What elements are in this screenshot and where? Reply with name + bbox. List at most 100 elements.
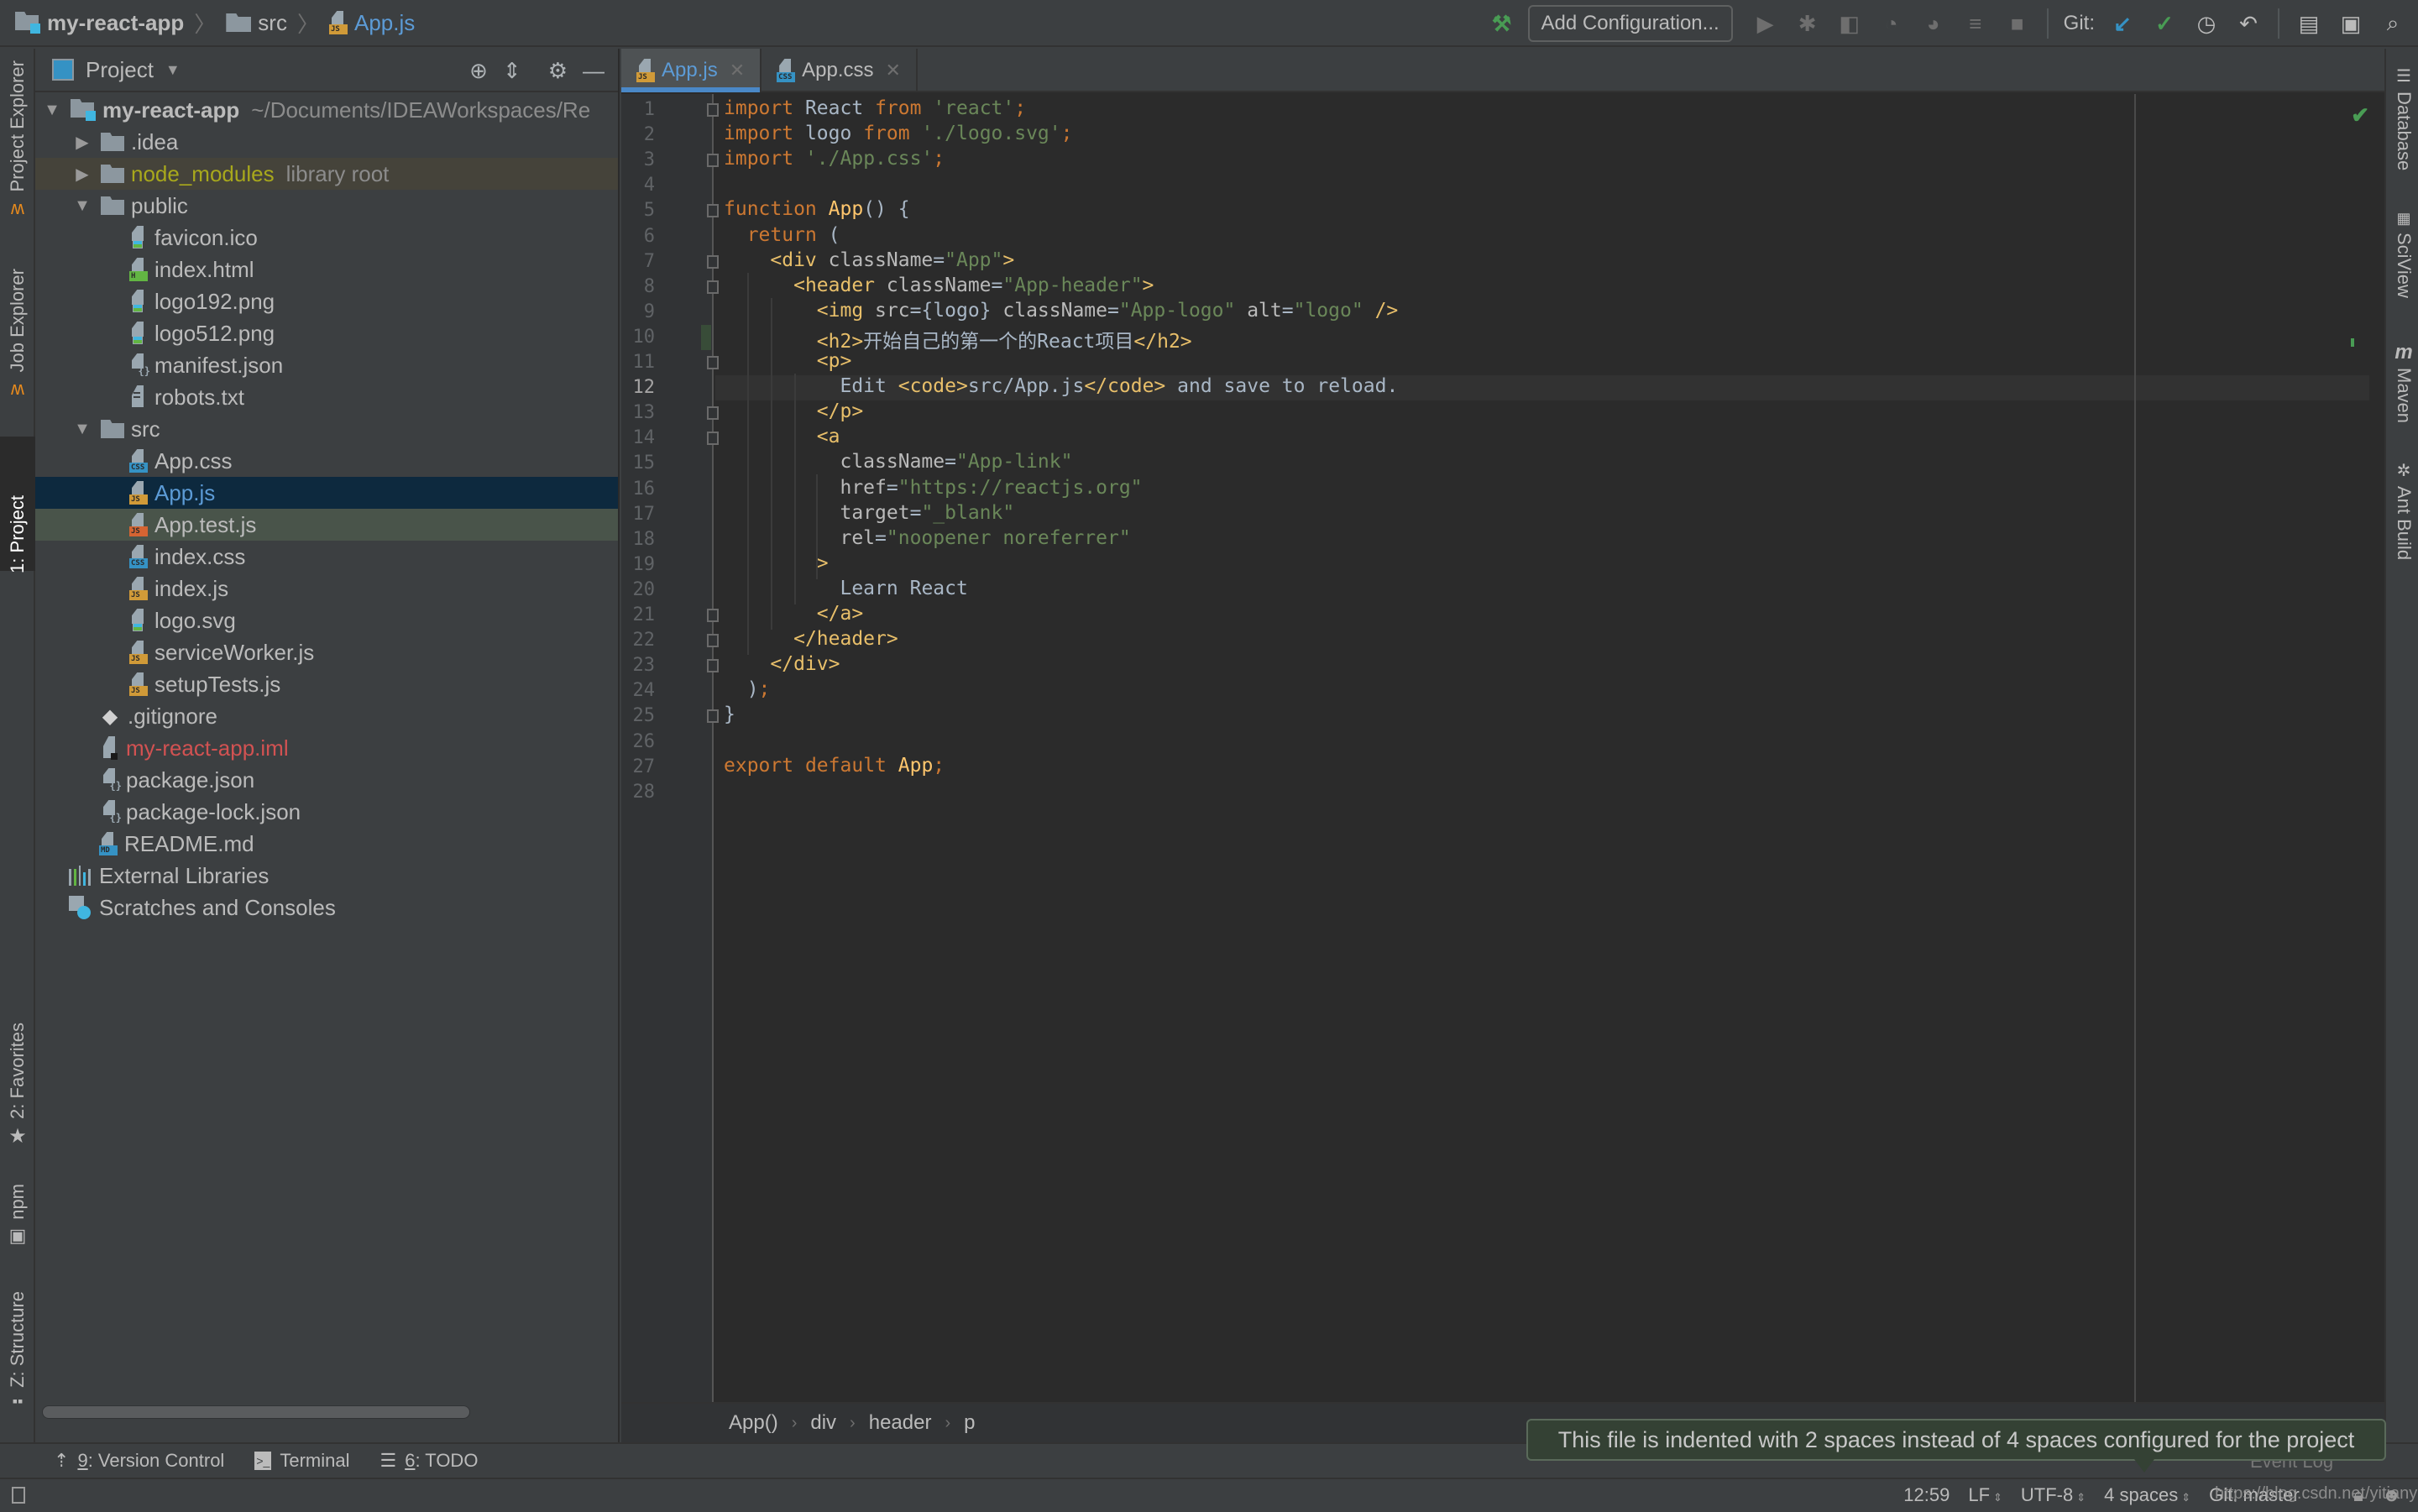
tree-item-file[interactable]: logo.svg — [35, 604, 618, 636]
tool-tab-version-control[interactable]: ⇡ 9: Version Control — [54, 1450, 224, 1472]
tree-item-file[interactable]: JS setupTests.js — [35, 668, 618, 700]
search-icon[interactable]: ⌕ — [2376, 7, 2410, 40]
tool-tab-project-explorer[interactable]: Project Explorer ʍ — [0, 60, 35, 254]
tool-tab-npm[interactable]: npm ▣ — [0, 1184, 35, 1268]
fold-marker-icon[interactable] — [707, 254, 719, 269]
locate-file-icon[interactable]: ⊕ — [469, 58, 488, 84]
code-line[interactable]: <a — [724, 426, 840, 451]
line-number[interactable]: 16 — [621, 477, 656, 502]
gear-icon[interactable]: ⚙ — [548, 58, 568, 84]
code-line[interactable]: import React from 'react'; — [724, 97, 1026, 123]
tree-item-file[interactable]: H index.html — [35, 254, 618, 285]
expand-arrow-icon[interactable]: ▶ — [72, 164, 92, 185]
tree-item-external-libraries[interactable]: External Libraries — [35, 860, 618, 892]
fold-marker-icon[interactable] — [707, 709, 719, 724]
code-line[interactable]: function App() { — [724, 198, 910, 223]
code-breadcrumb-item[interactable]: header — [869, 1411, 932, 1435]
code-editor[interactable]: import React from 'react'; import logo fr… — [715, 94, 2369, 1404]
fold-marker-icon[interactable] — [707, 609, 719, 622]
tab-app-css[interactable]: CSS App.css ✕ — [762, 49, 918, 92]
tool-tab-database[interactable]: ☰ Database — [2386, 65, 2418, 233]
hide-panel-icon[interactable]: — — [583, 58, 604, 84]
tree-item-file[interactable]: ◆ .gitignore — [35, 700, 618, 732]
code-breadcrumb-item[interactable]: div — [810, 1411, 836, 1435]
tree-item-file[interactable]: logo192.png — [35, 285, 618, 317]
code-line[interactable]: ); — [724, 678, 771, 704]
toggle-tool-windows-icon[interactable] — [12, 1487, 25, 1504]
horizontal-scrollbar[interactable] — [42, 1405, 470, 1419]
run-icon[interactable]: ▶ — [1749, 7, 1782, 40]
tool-tab-sciview[interactable]: ▦ SciView — [2386, 210, 2418, 336]
fold-marker-icon[interactable] — [707, 634, 719, 648]
line-number[interactable]: 10 — [621, 325, 656, 350]
tree-item-file[interactable]: MD README.md — [35, 828, 618, 860]
debug-icon[interactable]: ✱ — [1791, 7, 1824, 40]
fold-marker-icon[interactable] — [707, 103, 719, 117]
tool-tab-ant-build[interactable]: ✲ Ant Build — [2386, 460, 2418, 611]
inspection-ok-icon[interactable]: ✔ — [2351, 102, 2369, 128]
tree-item-project-root[interactable]: ▼ my-react-app ~/Documents/IDEAWorkspace… — [35, 94, 618, 126]
code-line[interactable]: </header> — [724, 628, 898, 653]
git-update-icon[interactable]: ↙ — [2106, 7, 2139, 40]
line-number[interactable]: 7 — [621, 249, 655, 275]
line-number[interactable]: 15 — [621, 451, 656, 476]
tool-tab-maven[interactable]: m Maven — [2386, 341, 2418, 458]
run-concurrency-icon[interactable]: ≡ — [1959, 7, 1992, 40]
code-line[interactable]: <header className="App-header"> — [724, 275, 1154, 300]
tree-item-file-selected[interactable]: JS App.js — [35, 477, 618, 509]
close-icon[interactable]: ✕ — [886, 60, 901, 81]
chevron-down-icon[interactable]: ▼ — [165, 61, 181, 79]
line-number[interactable]: 22 — [621, 628, 656, 653]
tool-tab-project[interactable]: 1: Project — [0, 437, 35, 573]
project-structure-icon[interactable]: ▤ — [2292, 7, 2326, 40]
code-line[interactable]: <p> — [724, 350, 852, 375]
tree-item-file[interactable]: my-react-app.iml — [35, 732, 618, 764]
git-rollback-icon[interactable]: ↶ — [2232, 7, 2265, 40]
close-icon[interactable]: ✕ — [730, 60, 745, 81]
line-number[interactable]: 14 — [621, 426, 656, 451]
breadcrumb-src[interactable]: src — [258, 10, 287, 36]
tree-item-idea[interactable]: ▶ .idea — [35, 126, 618, 158]
tool-tab-todo[interactable]: ☰ 6: TODO — [379, 1450, 478, 1472]
add-configuration-button[interactable]: Add Configuration... — [1527, 5, 1733, 42]
tree-item-file[interactable]: JS App.test.js — [35, 509, 618, 541]
code-line[interactable]: href="https://reactjs.org" — [724, 477, 1142, 502]
line-number[interactable]: 4 — [621, 173, 655, 198]
code-line[interactable]: return ( — [724, 224, 840, 249]
expand-arrow-icon[interactable]: ▼ — [42, 101, 62, 120]
fold-marker-icon[interactable] — [707, 432, 719, 446]
change-marker[interactable] — [2351, 338, 2354, 347]
line-number[interactable]: 23 — [621, 653, 656, 678]
git-history-icon[interactable]: ◷ — [2190, 7, 2223, 40]
line-number[interactable]: 8 — [621, 275, 655, 300]
line-number[interactable]: 2 — [621, 123, 655, 148]
indent-selector[interactable]: 4 spaces ⇕ — [2104, 1484, 2190, 1506]
code-line[interactable]: export default App; — [724, 755, 945, 780]
line-number[interactable]: 11 — [621, 350, 656, 375]
line-number[interactable]: 21 — [621, 603, 656, 628]
line-number[interactable]: 27 — [621, 755, 656, 780]
fold-marker-icon[interactable] — [707, 280, 719, 294]
caret-position[interactable]: 12:59 — [1903, 1484, 1950, 1506]
line-number[interactable]: 19 — [621, 552, 656, 578]
breadcrumb-project[interactable]: my-react-app — [47, 10, 184, 36]
tool-tab-structure[interactable]: Z: Structure ▪▪ — [0, 1291, 35, 1434]
code-line[interactable]: Edit <code>src/App.js</code> and save to… — [724, 375, 1398, 400]
tree-item-file[interactable]: {} package-lock.json — [35, 796, 618, 828]
tool-tab-job-explorer[interactable]: Job Explorer ʍ — [0, 269, 35, 453]
tree-item-node-modules[interactable]: ▶ node_modules library root — [35, 158, 618, 190]
tool-tab-favorites[interactable]: 2: Favorites ★ — [0, 1023, 35, 1207]
code-line[interactable]: <div className="App"> — [724, 249, 1014, 275]
line-number[interactable]: 3 — [621, 148, 655, 173]
tree-item-file[interactable]: {} manifest.json — [35, 349, 618, 381]
code-line[interactable]: } — [724, 704, 735, 729]
tree-item-src[interactable]: ▼ src — [35, 413, 618, 445]
tree-item-file[interactable]: favicon.ico — [35, 222, 618, 254]
fold-marker-icon[interactable] — [707, 659, 719, 673]
project-view-selector[interactable]: Project — [86, 57, 154, 83]
code-line[interactable]: <h2>开始自己的第一个的React项目</h2> — [724, 325, 1192, 353]
line-number[interactable]: 28 — [621, 780, 656, 805]
build-hammer-icon[interactable]: ⚒ — [1485, 7, 1519, 40]
profile-alt-icon[interactable]: ◕ — [1917, 7, 1950, 40]
code-breadcrumb-item[interactable]: App() — [729, 1411, 778, 1435]
